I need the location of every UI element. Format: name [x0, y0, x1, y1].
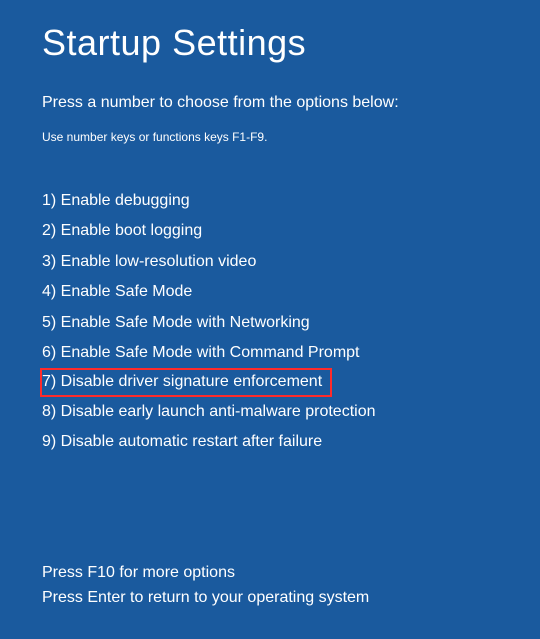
hint-text: Use number keys or functions keys F1-F9.: [42, 130, 500, 144]
option-3[interactable]: 3) Enable low-resolution video: [42, 247, 256, 277]
startup-settings-screen: Startup Settings Press a number to choos…: [0, 0, 540, 631]
option-6[interactable]: 6) Enable Safe Mode with Command Prompt: [42, 338, 359, 368]
page-title: Startup Settings: [42, 22, 500, 64]
option-1[interactable]: 1) Enable debugging: [42, 186, 190, 216]
return-hint: Press Enter to return to your operating …: [42, 585, 500, 611]
option-2[interactable]: 2) Enable boot logging: [42, 216, 202, 246]
option-5[interactable]: 5) Enable Safe Mode with Networking: [42, 308, 310, 338]
option-4[interactable]: 4) Enable Safe Mode: [42, 277, 192, 307]
more-options-hint: Press F10 for more options: [42, 560, 500, 586]
option-9[interactable]: 9) Disable automatic restart after failu…: [42, 427, 322, 457]
option-8[interactable]: 8) Disable early launch anti-malware pro…: [42, 397, 376, 427]
option-7[interactable]: 7) Disable driver signature enforcement: [40, 368, 332, 396]
options-list: 1) Enable debugging 2) Enable boot loggi…: [42, 186, 500, 458]
instruction-text: Press a number to choose from the option…: [42, 94, 500, 112]
footer: Press F10 for more options Press Enter t…: [42, 560, 500, 611]
